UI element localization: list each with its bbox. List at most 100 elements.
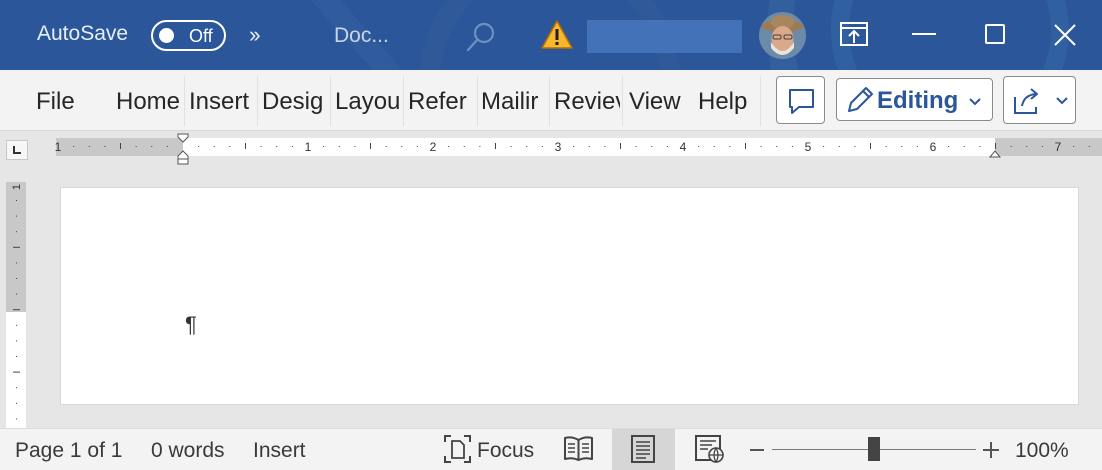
- right-indent-marker[interactable]: [988, 150, 1002, 158]
- ruler-tick: [16, 215, 17, 217]
- tab-design[interactable]: Desig: [262, 70, 328, 131]
- minimize-icon[interactable]: [912, 33, 936, 35]
- tab-mailings[interactable]: Mailir: [481, 70, 547, 131]
- vertical-ruler-marks: 1: [11, 184, 23, 420]
- pencil-icon: [848, 87, 873, 112]
- ruler-tick: [354, 146, 356, 147]
- ruler-tick: [16, 278, 17, 279]
- zoom-out-icon[interactable]: [750, 449, 764, 451]
- print-layout-icon[interactable]: [630, 434, 656, 464]
- editing-mode-button[interactable]: Editing: [836, 78, 993, 121]
- ruler-tick: [823, 146, 825, 147]
- ruler-number: 1: [11, 184, 23, 190]
- ruler-tick: [713, 146, 715, 147]
- account-name-redacted[interactable]: [587, 20, 742, 53]
- page-count[interactable]: Page 1 of 1: [15, 439, 122, 463]
- ruler-tick: [73, 146, 75, 147]
- autosave-label: AutoSave: [37, 22, 129, 45]
- autosave-state: Off: [189, 26, 213, 46]
- ruler-tick: [573, 146, 575, 147]
- tab-separator: [549, 76, 550, 126]
- ruler-tick: [510, 146, 512, 147]
- tab-home[interactable]: Home: [116, 70, 183, 131]
- ruler-tick: [276, 146, 278, 147]
- ruler-tick: [479, 146, 481, 147]
- ruler-tick: [16, 418, 17, 420]
- ruler-tick: [16, 402, 17, 404]
- ruler-tick: [198, 146, 200, 147]
- ruler-tick: [151, 146, 153, 147]
- tab-file[interactable]: File: [36, 70, 96, 131]
- maximize-icon[interactable]: [985, 24, 1005, 44]
- avatar-photo-icon: [759, 12, 806, 59]
- ruler-tick: [1010, 146, 1012, 147]
- tab-review[interactable]: Reviev: [554, 70, 620, 131]
- ruler-tick: [620, 143, 621, 149]
- chevron-double-right-icon[interactable]: ››: [249, 22, 261, 48]
- share-icon: [1014, 88, 1038, 114]
- paragraph-mark: ¶: [185, 312, 197, 337]
- focus-label[interactable]: Focus: [477, 439, 534, 463]
- ruler-number: 5: [805, 140, 812, 154]
- ruler-tick: [16, 293, 17, 295]
- focus-icon[interactable]: [443, 434, 472, 464]
- ruler-tick: [13, 371, 20, 373]
- ruler-tick: [370, 143, 371, 149]
- ruler-tick: [416, 146, 418, 147]
- ruler-tick: [16, 231, 17, 233]
- tab-view[interactable]: View: [629, 70, 689, 131]
- title-bar: AutoSave Off ›› Doc...: [0, 0, 1102, 70]
- ruler-tick: [541, 146, 543, 147]
- zoom-in-icon[interactable]: [990, 442, 992, 458]
- avatar[interactable]: [759, 12, 806, 59]
- ruler-tick: [260, 146, 262, 147]
- ruler-tick: [16, 262, 17, 264]
- first-line-indent-marker[interactable]: [177, 133, 189, 143]
- ruler-number: 3: [555, 140, 562, 154]
- ruler-tick: [16, 356, 17, 357]
- ruler-tick: [104, 146, 106, 147]
- tab-insert[interactable]: Insert: [189, 70, 254, 131]
- tab-layout[interactable]: Layou: [335, 70, 401, 131]
- zoom-slider-thumb[interactable]: [868, 437, 880, 461]
- insert-mode[interactable]: Insert: [253, 439, 306, 463]
- ruler-tick: [963, 146, 965, 147]
- ruler-tick: [995, 143, 996, 149]
- search-icon[interactable]: [465, 20, 497, 54]
- ruler-tick: [323, 146, 325, 147]
- ruler-number: 1: [55, 140, 62, 154]
- hanging-indent-marker[interactable]: [177, 150, 189, 165]
- close-icon[interactable]: [1052, 22, 1078, 48]
- share-button[interactable]: [1003, 76, 1076, 124]
- editing-label: Editing: [877, 87, 959, 114]
- ruler-tick: [635, 146, 637, 147]
- document-title[interactable]: Doc...: [334, 24, 389, 48]
- zoom-level[interactable]: 100%: [1015, 439, 1069, 463]
- ruler-tick: [120, 143, 121, 149]
- ruler-tick: [229, 146, 231, 147]
- tab-references[interactable]: Refer: [408, 70, 476, 131]
- ruler-tick: [213, 146, 215, 147]
- ruler-number: 4: [680, 140, 687, 154]
- tab-separator: [622, 76, 623, 126]
- ruler-tick: [526, 146, 528, 147]
- tab-help[interactable]: Help: [698, 70, 756, 131]
- ruler-number: 6: [930, 140, 937, 154]
- present-icon[interactable]: [839, 21, 869, 49]
- document-page[interactable]: ¶: [60, 187, 1079, 405]
- warning-icon[interactable]: [540, 19, 574, 51]
- ruler-tick: [495, 143, 496, 149]
- ruler-tick: [245, 143, 246, 149]
- tab-separator: [477, 76, 478, 126]
- ruler-tick: [979, 146, 981, 147]
- ruler-tick: [13, 309, 20, 311]
- ruler-tick: [666, 146, 668, 147]
- chevron-down-icon: [1056, 97, 1068, 105]
- comments-button[interactable]: [776, 76, 825, 124]
- ruler-tick: [88, 146, 90, 147]
- web-layout-icon[interactable]: [694, 434, 725, 464]
- word-count[interactable]: 0 words: [151, 439, 225, 463]
- read-mode-icon[interactable]: [563, 434, 594, 462]
- ruler-tick: [776, 146, 778, 147]
- autosave-toggle[interactable]: Off: [151, 20, 226, 51]
